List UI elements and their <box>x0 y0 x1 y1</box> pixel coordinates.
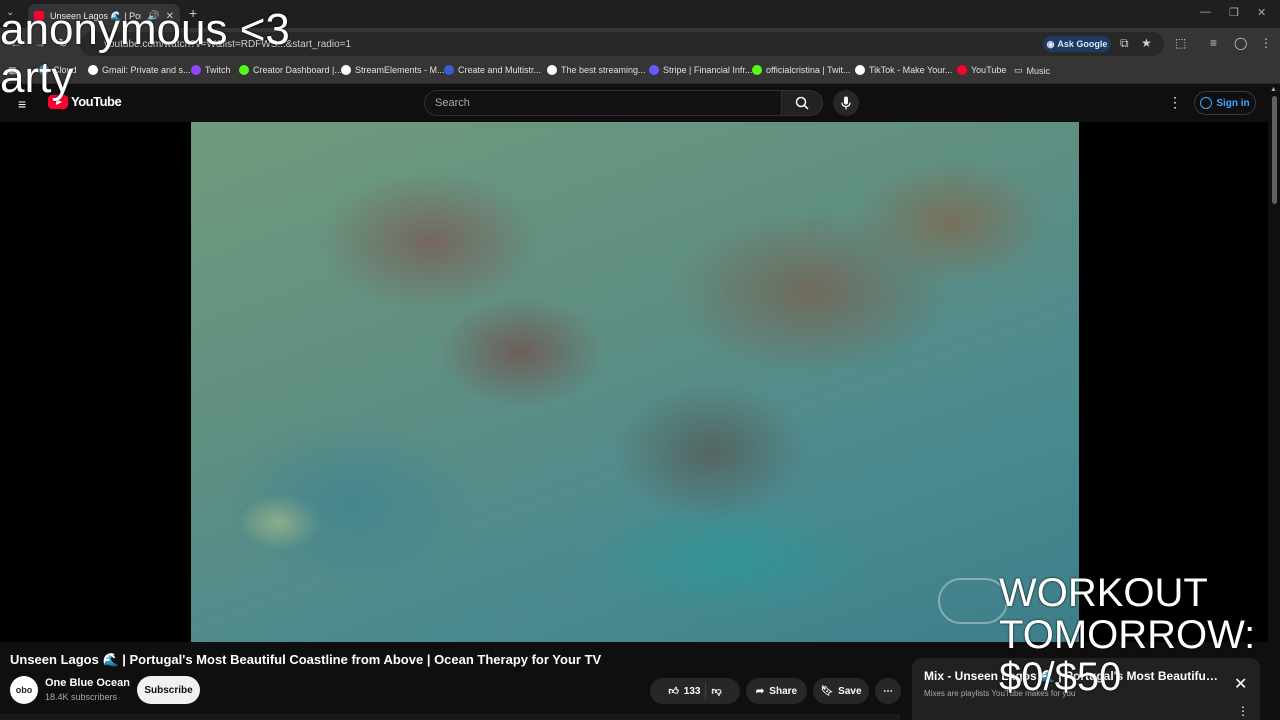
extensions-icon[interactable]: ⬚ <box>1175 36 1186 50</box>
channel-name[interactable]: One Blue Ocean <box>45 677 130 689</box>
bookmark-item[interactable]: officialcristina | Twit... <box>752 65 851 75</box>
bookmark-item[interactable]: Stripe | Financial Infr... <box>649 65 752 75</box>
video-player[interactable] <box>191 122 1079 642</box>
overlay-line-2: arty <box>0 53 74 102</box>
bookmark-label: TikTok - Make Your... <box>869 65 953 75</box>
install-app-icon[interactable]: ⧉ <box>1120 36 1129 51</box>
thumbs-up-icon: 👍︎ <box>668 686 679 697</box>
bookmark-star-icon[interactable]: ★ <box>1141 36 1152 50</box>
google-lens-icon: ◉ <box>1046 38 1055 49</box>
scroll-up-icon[interactable]: ▲ <box>1270 86 1277 93</box>
voice-search-button[interactable] <box>833 90 859 116</box>
minimize-icon[interactable]: — <box>1200 6 1211 18</box>
browser-menu-icon[interactable]: ⋮ <box>1260 36 1272 50</box>
bookmark-icon: 🔖︎ <box>820 685 834 697</box>
channel-watermark-icon <box>938 578 1008 624</box>
bookmark-label: Music <box>1026 65 1051 76</box>
search-input[interactable]: Search <box>424 90 782 116</box>
bookmark-item[interactable]: TikTok - Make Your... <box>855 65 952 75</box>
bookmark-item[interactable]: The best streaming... <box>547 65 646 75</box>
subscriber-count: 18.4K subscribers <box>45 692 118 702</box>
bookmark-label: officialcristina | Twit... <box>766 65 851 75</box>
overlay-line-1: anonymous <3 <box>0 5 290 54</box>
bookmark-label: Stripe | Financial Infr... <box>663 65 753 75</box>
ask-google-button[interactable]: ◉ Ask Google <box>1043 36 1111 52</box>
channel-avatar[interactable]: obo <box>10 676 38 704</box>
media-controls-icon[interactable]: ≡ <box>1210 36 1217 50</box>
restore-icon[interactable]: ❐ <box>1229 6 1239 19</box>
microphone-icon <box>841 96 851 110</box>
profile-icon[interactable]: ◯ <box>1234 36 1247 50</box>
share-button[interactable]: ➦ Share <box>746 678 807 704</box>
stripe-icon <box>649 65 659 75</box>
folder-icon: ▭ <box>1014 65 1023 75</box>
bookmark-folder[interactable]: ▭ Music <box>1014 65 1050 76</box>
bookmark-label: The best streaming... <box>561 65 646 75</box>
like-count: 133 <box>683 685 701 697</box>
tiktok-icon <box>855 65 865 75</box>
page-bottom-strip <box>0 714 900 720</box>
save-label: Save <box>838 685 862 697</box>
bookmark-item[interactable]: StreamElements - M... <box>341 65 445 75</box>
bookmark-item[interactable]: Create and Multistr... <box>444 65 541 75</box>
bookmark-label: YouTube <box>971 65 1007 75</box>
account-icon <box>1200 97 1213 109</box>
thumbs-down-icon: 👎︎ <box>711 686 722 697</box>
diamond-icon <box>547 65 557 75</box>
dislike-button[interactable]: 👎︎ <box>711 685 721 697</box>
video-title: Unseen Lagos 🌊 | Portugal's Most Beautif… <box>10 652 602 667</box>
bookmark-label: StreamElements - M... <box>355 65 445 75</box>
scrollbar-thumb[interactable] <box>1272 96 1277 204</box>
like-button[interactable]: 👍︎ 133 <box>668 685 701 698</box>
kick-icon <box>752 65 762 75</box>
ask-google-label: Ask Google <box>1057 39 1108 49</box>
search-button[interactable] <box>781 90 823 116</box>
bookmark-label: Create and Multistr... <box>458 65 542 75</box>
stream-overlay-goal: WORKOUT TOMORROW: $0/$50 <box>999 571 1256 699</box>
restream-icon <box>444 65 454 75</box>
mix-more-icon[interactable]: ⋮ <box>1237 704 1249 718</box>
more-actions-button[interactable]: ⋯ <box>875 678 901 704</box>
search-icon <box>795 96 809 110</box>
like-separator <box>705 683 707 699</box>
more-horizontal-icon: ⋯ <box>883 685 893 697</box>
sign-in-label: Sign in <box>1216 97 1250 109</box>
search-placeholder: Search <box>435 97 470 109</box>
share-icon: ➦ <box>755 685 765 697</box>
streamelements-icon <box>341 65 351 75</box>
share-label: Share <box>769 685 798 697</box>
stream-overlay-name: anonymous <3 arty <box>0 6 290 102</box>
save-button[interactable]: 🔖︎ Save <box>813 678 869 704</box>
subscribe-button[interactable]: Subscribe <box>137 676 200 704</box>
like-dislike-group: 👍︎ 133 👎︎ <box>650 678 740 704</box>
bookmark-item[interactable]: YouTube <box>957 65 1006 75</box>
window-close-icon[interactable]: ✕ <box>1257 6 1266 19</box>
settings-more-icon[interactable]: ⋮ <box>1168 94 1182 111</box>
sign-in-button[interactable]: Sign in <box>1194 91 1256 115</box>
youtube-icon <box>957 65 967 75</box>
